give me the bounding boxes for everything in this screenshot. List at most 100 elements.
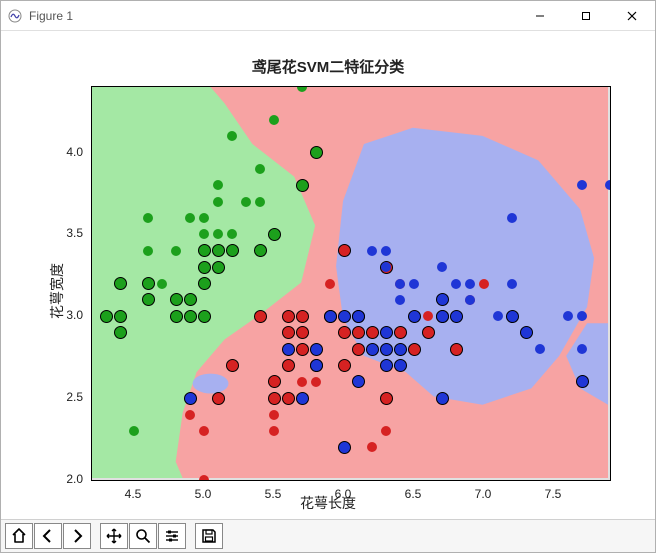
data-point — [338, 326, 351, 339]
forward-button[interactable] — [63, 523, 91, 549]
data-point — [185, 213, 195, 223]
data-point — [297, 377, 307, 387]
close-button[interactable] — [609, 1, 655, 30]
data-point — [479, 279, 489, 289]
data-point — [352, 326, 365, 339]
data-point — [157, 279, 167, 289]
save-button[interactable] — [195, 523, 223, 549]
data-point — [255, 164, 265, 174]
chart-title: 鸢尾花SVM二特征分类 — [1, 56, 655, 77]
data-point — [450, 343, 463, 356]
data-point — [310, 343, 323, 356]
data-point — [338, 310, 351, 323]
data-point — [213, 197, 223, 207]
data-point — [296, 179, 309, 192]
home-button[interactable] — [5, 523, 33, 549]
configure-button[interactable] — [158, 523, 186, 549]
titlebar-left: Figure 1 — [7, 8, 73, 24]
data-point — [185, 410, 195, 420]
data-point — [394, 359, 407, 372]
data-point — [422, 326, 435, 339]
data-point — [268, 375, 281, 388]
data-point — [436, 293, 449, 306]
data-point — [269, 426, 279, 436]
data-point — [366, 326, 379, 339]
data-point — [268, 392, 281, 405]
window-controls — [517, 1, 655, 30]
data-point — [198, 310, 211, 323]
data-point — [142, 293, 155, 306]
data-point — [366, 343, 379, 356]
data-point — [450, 310, 463, 323]
data-point — [577, 344, 587, 354]
data-point — [380, 326, 393, 339]
data-point — [296, 343, 309, 356]
x-axis-label: 花萼长度 — [1, 493, 655, 513]
data-point — [381, 246, 391, 256]
zoom-button[interactable] — [129, 523, 157, 549]
data-point — [436, 310, 449, 323]
data-point — [269, 410, 279, 420]
scatter-plot[interactable] — [91, 86, 611, 481]
data-point — [199, 213, 209, 223]
app-icon — [7, 8, 23, 24]
y-tick: 2.0 — [43, 472, 91, 486]
data-point — [352, 375, 365, 388]
data-point — [380, 359, 393, 372]
data-point — [282, 392, 295, 405]
data-point — [212, 392, 225, 405]
y-tick: 2.5 — [43, 390, 91, 404]
data-point — [212, 261, 225, 274]
data-point — [282, 343, 295, 356]
data-point — [114, 326, 127, 339]
data-point — [143, 213, 153, 223]
data-point — [310, 359, 323, 372]
data-point — [367, 246, 377, 256]
data-point — [310, 146, 323, 159]
data-point — [184, 293, 197, 306]
data-point — [311, 377, 321, 387]
data-point — [282, 359, 295, 372]
data-point — [380, 343, 393, 356]
y-tick: 3.0 — [43, 308, 91, 322]
data-point — [296, 392, 309, 405]
data-point — [282, 326, 295, 339]
data-point — [465, 279, 475, 289]
data-point — [296, 326, 309, 339]
data-point — [269, 115, 279, 125]
data-point — [408, 343, 421, 356]
data-point — [254, 310, 267, 323]
data-point — [535, 344, 545, 354]
data-point — [506, 310, 519, 323]
y-tick: 4.0 — [43, 145, 91, 159]
data-point — [395, 295, 405, 305]
data-point — [338, 359, 351, 372]
data-point — [255, 197, 265, 207]
data-point — [226, 244, 239, 257]
back-button[interactable] — [34, 523, 62, 549]
data-point — [171, 246, 181, 256]
data-point — [408, 310, 421, 323]
data-point — [451, 279, 461, 289]
data-point — [198, 244, 211, 257]
window-title: Figure 1 — [29, 9, 73, 23]
minimize-button[interactable] — [517, 1, 563, 30]
data-point — [324, 310, 337, 323]
data-point — [381, 426, 391, 436]
data-point — [409, 279, 419, 289]
data-point — [170, 293, 183, 306]
data-point — [380, 392, 393, 405]
data-point — [465, 295, 475, 305]
data-point — [394, 326, 407, 339]
pan-button[interactable] — [100, 523, 128, 549]
decision-regions — [92, 87, 610, 480]
data-point — [212, 244, 225, 257]
maximize-button[interactable] — [563, 1, 609, 30]
data-point — [325, 279, 335, 289]
data-point — [507, 213, 517, 223]
data-point — [254, 244, 267, 257]
data-point — [184, 392, 197, 405]
data-point — [576, 375, 589, 388]
data-point — [241, 197, 251, 207]
data-point — [268, 228, 281, 241]
